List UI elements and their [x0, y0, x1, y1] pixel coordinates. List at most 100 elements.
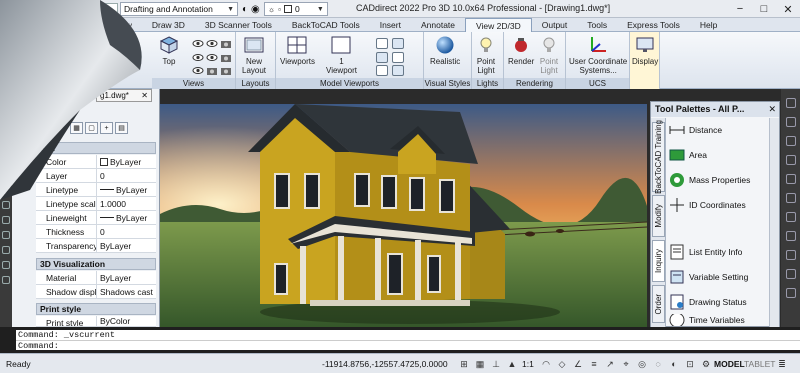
tab-3d-scanner-tools[interactable]: 3D Scanner Tools: [195, 18, 282, 32]
tool-area[interactable]: Area: [669, 145, 707, 165]
select-objects-icon[interactable]: ▢: [85, 122, 98, 134]
quick-select-icon[interactable]: ▦: [70, 122, 83, 134]
camera-icon[interactable]: [220, 38, 232, 49]
tab-express-tools[interactable]: Express Tools: [617, 18, 690, 32]
tab-order[interactable]: Order: [652, 285, 665, 323]
new-layout-button[interactable]: New Layout: [242, 35, 266, 75]
tool-icon[interactable]: [785, 155, 796, 165]
point-light-button[interactable]: Point Light: [475, 35, 497, 75]
viewport-icon[interactable]: [392, 38, 404, 49]
lineweight-icon[interactable]: ≡: [588, 358, 600, 370]
tool-icon[interactable]: [2, 111, 10, 119]
print-style-section-header[interactable]: Print style: [36, 303, 156, 315]
tool-icon[interactable]: [785, 269, 796, 279]
layer-select[interactable]: ☼ ▫ 0 ▼: [263, 2, 328, 16]
property-row-thickness[interactable]: Thickness 0: [36, 225, 156, 239]
tool-icon[interactable]: [785, 136, 796, 146]
workspace-select[interactable]: Drafting and Annotation ▼: [120, 2, 238, 16]
tool-icon[interactable]: [785, 288, 796, 298]
tool-icon[interactable]: [2, 276, 10, 284]
visualization-section-header[interactable]: 3D Visualization: [36, 258, 156, 270]
tool-icon[interactable]: [785, 193, 796, 203]
tablet-toggle[interactable]: TABLET: [744, 359, 776, 369]
display-button[interactable]: Display: [632, 35, 658, 66]
tab-draw[interactable]: Draw: [0, 18, 142, 32]
tool-icon[interactable]: [785, 117, 796, 127]
isolate-icon[interactable]: ⊡: [684, 358, 696, 370]
eye-icon[interactable]: [192, 38, 204, 49]
property-row-material[interactable]: Material ByLayer: [36, 271, 156, 285]
transparency-icon[interactable]: ◐: [668, 358, 680, 370]
tool-id-coordinates[interactable]: ID Coordinates: [669, 195, 746, 215]
tab-output[interactable]: Output: [532, 18, 578, 32]
camera-icon[interactable]: [220, 65, 232, 76]
dynamic-input-icon[interactable]: ⌖: [620, 358, 632, 370]
viewport-icon[interactable]: [392, 65, 404, 76]
tool-distance[interactable]: Distance: [669, 120, 722, 140]
tool-icon[interactable]: [2, 156, 10, 164]
palette-scrollbar[interactable]: [769, 118, 779, 328]
filter-icon[interactable]: ▤: [115, 122, 128, 134]
tool-icon[interactable]: [2, 261, 10, 269]
tool-icon[interactable]: [2, 96, 10, 104]
property-row-linetype[interactable]: Linetype ByLayer: [36, 183, 156, 197]
tool-icon[interactable]: [2, 246, 10, 254]
toggle-pickadd-icon[interactable]: +: [100, 122, 113, 134]
property-row-shadow-display[interactable]: Shadow display Shadows cast ...: [36, 285, 156, 299]
tool-icon[interactable]: [785, 231, 796, 241]
tab-inquiry[interactable]: Inquiry: [652, 240, 665, 282]
ducs-icon[interactable]: ↗: [604, 358, 616, 370]
one-viewport-button[interactable]: 1 Viewport: [326, 35, 357, 75]
tab-backtocad-tools[interactable]: BackToCAD Tools: [282, 18, 370, 32]
property-row-linetype-scale[interactable]: Linetype scale 1.0000: [36, 197, 156, 211]
camera-icon[interactable]: [220, 52, 232, 63]
selection-cycling-icon[interactable]: ◌: [652, 358, 664, 370]
viewport-icon[interactable]: [376, 38, 388, 49]
close-icon[interactable]: ✕: [768, 102, 776, 117]
layer-properties-icon[interactable]: ◐: [242, 4, 248, 15]
tab-insert[interactable]: Insert: [370, 18, 411, 32]
tab-view-2d-3d[interactable]: View 2D/3D: [465, 18, 532, 32]
tool-drawing-status[interactable]: Drawing Status: [669, 292, 747, 312]
viewport-icon[interactable]: [376, 65, 388, 76]
esnap-icon[interactable]: ◇: [556, 358, 568, 370]
tab-tools[interactable]: Tools: [577, 18, 617, 32]
tool-icon[interactable]: [785, 250, 796, 260]
document-tab[interactable]: g1.dwg* ✕: [96, 89, 152, 102]
tab-backtocad-training[interactable]: BackToCAD Training: [652, 120, 665, 194]
tab-help[interactable]: Help: [690, 18, 727, 32]
quick-properties-icon[interactable]: ◎: [636, 358, 648, 370]
tool-icon[interactable]: [2, 171, 10, 179]
etrack-icon[interactable]: ∠: [572, 358, 584, 370]
tool-time-variables[interactable]: Time Variables: [669, 314, 745, 326]
annotation-scale-icon[interactable]: ▲: [506, 358, 518, 370]
tab-modify[interactable]: Modify: [652, 195, 665, 237]
realistic-button[interactable]: Realistic: [430, 35, 460, 66]
ortho-icon[interactable]: ⊥: [490, 358, 502, 370]
eye-icon[interactable]: [192, 52, 204, 63]
customize-icon[interactable]: ≣: [776, 358, 788, 370]
annotation-scale[interactable]: 1:1: [522, 359, 534, 369]
tool-list-entity-info[interactable]: List Entity Info: [669, 242, 742, 262]
minimize-button[interactable]: −: [728, 0, 752, 18]
general-section-header[interactable]: eral: [36, 142, 156, 154]
viewport-icon[interactable]: [392, 52, 404, 63]
tool-icon[interactable]: [2, 126, 10, 134]
workspace-icon[interactable]: ⚙: [700, 358, 712, 370]
grid-icon[interactable]: ▦: [474, 358, 486, 370]
tool-icon[interactable]: [2, 201, 10, 209]
render-button[interactable]: Render: [508, 35, 534, 66]
tool-icon[interactable]: [2, 186, 10, 194]
tool-icon[interactable]: [2, 141, 10, 149]
property-row-color[interactable]: Color ByLayer: [36, 155, 156, 169]
point-light-render-button[interactable]: Point Light: [538, 35, 560, 75]
tab-draw-3d[interactable]: Draw 3D: [142, 18, 195, 32]
tool-icon[interactable]: [785, 212, 796, 222]
user-coordinate-systems-button[interactable]: User Coordinate Systems...: [569, 35, 627, 75]
close-icon[interactable]: ✕: [141, 90, 148, 101]
maximize-button[interactable]: □: [752, 0, 776, 18]
top-view-button[interactable]: Top: [158, 35, 180, 66]
close-button[interactable]: ✕: [776, 0, 800, 18]
polar-icon[interactable]: ◠: [540, 358, 552, 370]
tool-icon[interactable]: [785, 98, 796, 108]
